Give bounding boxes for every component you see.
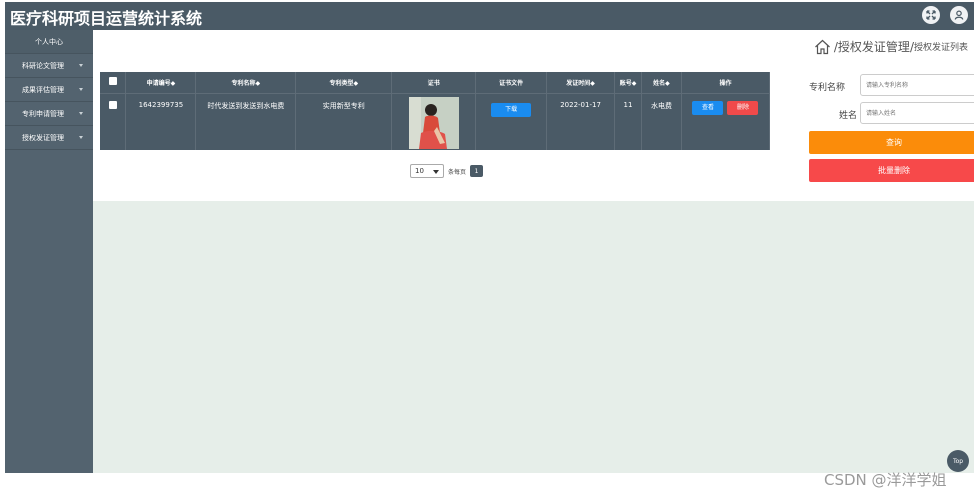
sidebar-item-label: 成果评估管理 (22, 85, 64, 94)
sidebar-item-personal-center[interactable]: 个人中心 (5, 30, 93, 54)
select-all-header (100, 72, 127, 94)
column-header-patent-name[interactable]: 专利名称◆ (195, 72, 297, 94)
cell-issue-date: 2022-01-17 (546, 93, 616, 150)
column-header-patent-type[interactable]: 专利类型◆ (295, 72, 393, 94)
sidebar-item-label: 授权发证管理 (22, 133, 64, 142)
certificate-thumbnail[interactable] (408, 96, 459, 149)
column-header-account[interactable]: 账号◆ (614, 72, 642, 94)
column-header-actions: 操作 (681, 72, 771, 94)
sidebar-item-label: 专利申请管理 (22, 109, 64, 118)
download-button[interactable]: 下载 (491, 102, 532, 117)
sidebar-item-patent-application-management[interactable]: 专利申请管理 (5, 102, 93, 126)
sidebar-item-label: 科研论文管理 (22, 61, 64, 70)
cell-certificate (391, 93, 477, 150)
watermark: CSDN @洋洋学姐 (824, 471, 947, 489)
cell-name: 水电费 (641, 93, 682, 150)
chevron-down-icon (79, 88, 83, 91)
cell-certificate-file: 下载 (475, 93, 548, 150)
column-header-certificate: 证书 (391, 72, 477, 94)
home-icon[interactable] (814, 39, 831, 55)
back-to-top-button[interactable]: Top (947, 450, 969, 472)
row-checkbox[interactable] (108, 100, 117, 109)
name-label: 姓名 (839, 111, 858, 121)
name-field: 姓名 (809, 102, 974, 124)
name-input[interactable] (860, 102, 974, 124)
query-button[interactable]: 查询 (809, 131, 974, 154)
pagination: 10 条每页 1 (410, 164, 484, 178)
app-title: 医疗科研项目运营统计系统 (10, 9, 203, 28)
sidebar-item-evaluation-management[interactable]: 成果评估管理 (5, 78, 93, 102)
delete-button[interactable]: 删除 (727, 100, 759, 115)
view-button[interactable]: 查看 (692, 100, 724, 115)
column-header-certificate-file: 证书文件 (475, 72, 548, 94)
table-header-row: 申请编号◆ 专利名称◆ 专利类型◆ 证书 证书文件 发证时间◆ 账号◆ 姓名◆ … (100, 72, 771, 94)
per-page-label: 条每页 (448, 168, 467, 176)
table-row: 1642399735 时代发送到发送到水电费 实用新型专利 下载 2022-01… (100, 93, 771, 150)
data-table: 申请编号◆ 专利名称◆ 专利类型◆ 证书 证书文件 发证时间◆ 账号◆ 姓名◆ … (100, 72, 771, 150)
top-bar: 医疗科研项目运营统计系统 (5, 2, 974, 30)
row-select-cell (100, 93, 127, 150)
sidebar-item-paper-management[interactable]: 科研论文管理 (5, 54, 93, 78)
cell-patent-name: 时代发送到发送到水电费 (195, 93, 297, 150)
patent-name-label: 专利名称 (809, 83, 846, 93)
batch-delete-button[interactable]: 批量删除 (809, 159, 974, 182)
chevron-down-icon (79, 112, 83, 115)
page-number-current[interactable]: 1 (470, 165, 484, 177)
page-size-select[interactable]: 10 (410, 164, 444, 178)
app-window: 医疗科研项目运营统计系统 个人中心 科研论文管理 成果评估管理 专利申请管理 授… (5, 2, 974, 473)
patent-name-field: 专利名称 (809, 74, 974, 96)
screenshot-frame: 医疗科研项目运营统计系统 个人中心 科研论文管理 成果评估管理 专利申请管理 授… (0, 0, 977, 496)
chevron-down-icon (433, 170, 439, 174)
cell-actions: 查看 删除 (681, 93, 771, 150)
user-icon[interactable] (950, 6, 968, 24)
cell-patent-type: 实用新型专利 (295, 93, 393, 150)
page-size-value: 10 (415, 167, 424, 175)
sidebar-item-authorization-management[interactable]: 授权发证管理 (5, 126, 93, 150)
breadcrumb-main[interactable]: 授权发证管理 (838, 38, 910, 55)
cell-account: 11 (614, 93, 642, 150)
fullscreen-icon[interactable] (922, 6, 940, 24)
cell-apply-no: 1642399735 (125, 93, 197, 150)
sidebar-item-label: 个人中心 (35, 37, 63, 46)
column-header-name[interactable]: 姓名◆ (641, 72, 682, 94)
sidebar: 个人中心 科研论文管理 成果评估管理 专利申请管理 授权发证管理 (5, 30, 93, 473)
column-header-apply-no[interactable]: 申请编号◆ (125, 72, 197, 94)
patent-name-input[interactable] (860, 74, 974, 96)
breadcrumb-current: 授权发证列表 (913, 43, 968, 53)
chevron-down-icon (79, 136, 83, 139)
select-all-checkbox[interactable] (108, 77, 117, 86)
chevron-down-icon (79, 64, 83, 67)
column-header-issue-date[interactable]: 发证时间◆ (546, 72, 616, 94)
breadcrumb: / 授权发证管理 / 授权发证列表 (814, 38, 968, 55)
